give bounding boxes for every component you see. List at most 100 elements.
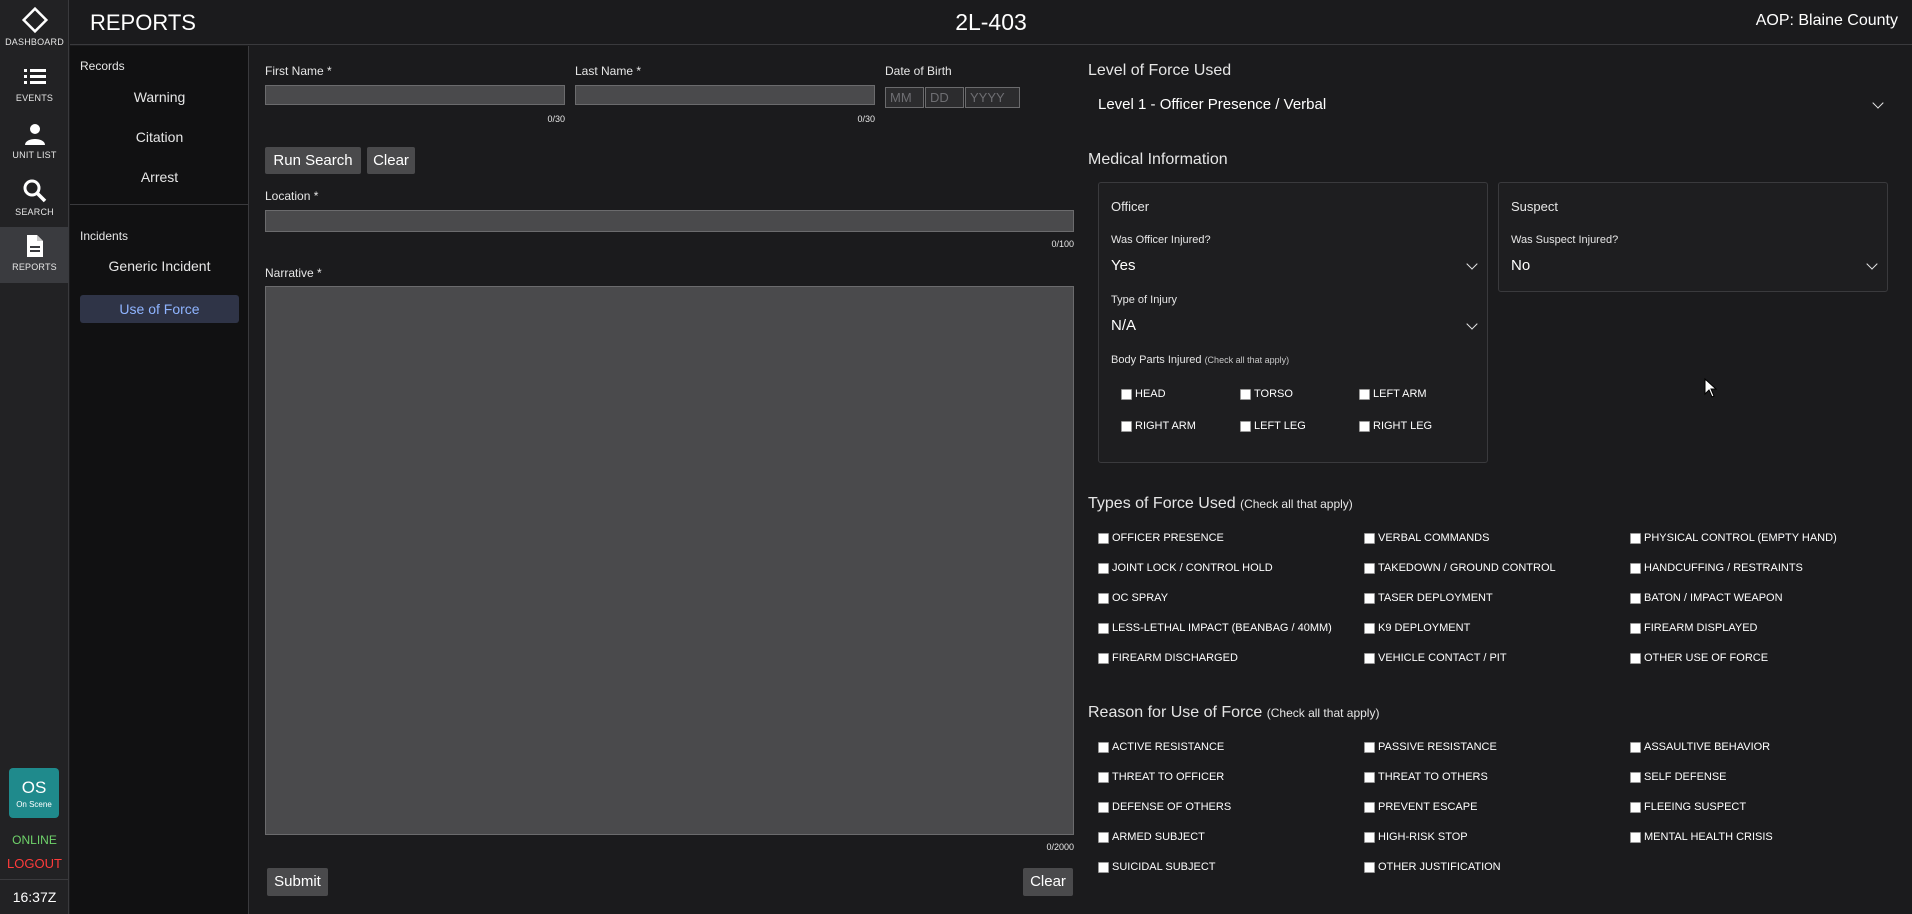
checkbox-box[interactable] — [1098, 532, 1109, 544]
force-type-checkbox[interactable]: PHYSICAL CONTROL (EMPTY HAND) — [1630, 532, 1837, 544]
nav-reports[interactable]: REPORTS — [0, 227, 69, 283]
checkbox-box[interactable] — [1364, 861, 1375, 873]
checkbox-box[interactable] — [1364, 831, 1375, 843]
checkbox-box[interactable] — [1240, 388, 1251, 400]
force-type-checkbox[interactable]: LESS-LETHAL IMPACT (BEANBAG / 40MM) — [1098, 622, 1332, 634]
checkbox-box[interactable] — [1121, 420, 1132, 432]
checkbox-box[interactable] — [1098, 592, 1109, 604]
force-reason-checkbox[interactable]: ACTIVE RESISTANCE — [1098, 741, 1224, 753]
checkbox-right-arm[interactable]: RIGHT ARM — [1121, 420, 1196, 432]
force-reason-checkbox[interactable]: SUICIDAL SUBJECT — [1098, 861, 1216, 873]
checkbox-box[interactable] — [1364, 741, 1375, 753]
checkbox-box[interactable] — [1364, 771, 1375, 783]
force-type-checkbox[interactable]: BATON / IMPACT WEAPON — [1630, 592, 1783, 604]
force-reason-checkbox[interactable]: PREVENT ESCAPE — [1364, 801, 1477, 813]
checkbox-box[interactable] — [1630, 562, 1641, 574]
nav-search[interactable]: SEARCH — [0, 172, 69, 228]
clear-form-button[interactable]: Clear — [1023, 868, 1073, 896]
checkbox-head[interactable]: HEAD — [1121, 388, 1166, 400]
checkbox-box[interactable] — [1630, 652, 1641, 664]
force-reason-checkbox[interactable]: DEFENSE OF OTHERS — [1098, 801, 1231, 813]
force-reason-checkbox[interactable]: OTHER JUSTIFICATION — [1364, 861, 1501, 873]
force-reason-checkbox[interactable]: FLEEING SUSPECT — [1630, 801, 1746, 813]
checkbox-box[interactable] — [1098, 562, 1109, 574]
force-reason-checkbox[interactable]: ASSAULTIVE BEHAVIOR — [1630, 741, 1770, 753]
checkbox-box[interactable] — [1098, 861, 1109, 873]
dob-year-input[interactable]: YYYY — [965, 87, 1020, 108]
nav-unit-list[interactable]: UNIT LIST — [0, 115, 69, 171]
nav-events[interactable]: EVENTS — [0, 58, 69, 114]
force-reason-checkbox[interactable]: MENTAL HEALTH CRISIS — [1630, 831, 1773, 843]
sidebar-item-generic-incident[interactable]: Generic Incident — [80, 252, 239, 280]
force-type-checkbox[interactable]: HANDCUFFING / RESTRAINTS — [1630, 562, 1803, 574]
checkbox-box[interactable] — [1121, 388, 1132, 400]
level-of-force-select[interactable]: Level 1 - Officer Presence / Verbal — [1088, 92, 1888, 120]
narrative-textarea[interactable] — [265, 286, 1074, 835]
checkbox-box[interactable] — [1364, 562, 1375, 574]
injury-type-select[interactable]: N/A — [1111, 315, 1478, 339]
status-badge[interactable]: OS On Scene — [9, 768, 59, 818]
first-name-input[interactable] — [265, 85, 565, 105]
sidebar-item-arrest[interactable]: Arrest — [80, 163, 239, 191]
checkbox-box[interactable] — [1098, 741, 1109, 753]
checkbox-box[interactable] — [1364, 801, 1375, 813]
force-type-checkbox[interactable]: FIREARM DISPLAYED — [1630, 622, 1758, 634]
checkbox-box[interactable] — [1630, 831, 1641, 843]
force-reason-checkbox[interactable]: SELF DEFENSE — [1630, 771, 1727, 783]
checkbox-box[interactable] — [1098, 622, 1109, 634]
checkbox-box[interactable] — [1098, 652, 1109, 664]
last-name-input[interactable] — [575, 85, 875, 105]
checkbox-label: BATON / IMPACT WEAPON — [1644, 592, 1783, 604]
checkbox-torso[interactable]: TORSO — [1240, 388, 1293, 400]
force-type-checkbox[interactable]: OC SPRAY — [1098, 592, 1168, 604]
checkbox-box[interactable] — [1630, 771, 1641, 783]
force-type-checkbox[interactable]: TAKEDOWN / GROUND CONTROL — [1364, 562, 1556, 574]
force-reason-checkbox[interactable]: THREAT TO OTHERS — [1364, 771, 1488, 783]
submit-button[interactable]: Submit — [267, 868, 328, 896]
checkbox-box[interactable] — [1630, 532, 1641, 544]
sidebar-item-use-of-force[interactable]: Use of Force — [80, 295, 239, 323]
force-reason-checkbox[interactable]: ARMED SUBJECT — [1098, 831, 1205, 843]
checkbox-box[interactable] — [1359, 388, 1370, 400]
checkbox-box[interactable] — [1364, 532, 1375, 544]
level-of-force-label: Level of Force Used — [1088, 62, 1232, 79]
checkbox-right-leg[interactable]: RIGHT LEG — [1359, 420, 1432, 432]
checkbox-box[interactable] — [1364, 652, 1375, 664]
force-reason-checkbox[interactable]: HIGH-RISK STOP — [1364, 831, 1468, 843]
nav-dashboard[interactable]: DASHBOARD — [0, 0, 69, 56]
force-type-checkbox[interactable]: VERBAL COMMANDS — [1364, 532, 1489, 544]
location-input[interactable] — [265, 210, 1074, 232]
checkbox-box[interactable] — [1098, 801, 1109, 813]
checkbox-box[interactable] — [1098, 831, 1109, 843]
force-type-checkbox[interactable]: OFFICER PRESENCE — [1098, 532, 1224, 544]
dob-day-input[interactable]: DD — [925, 87, 964, 108]
icon-rail: DASHBOARD EVENTS UNIT LIST SEARCH REPORT… — [0, 0, 69, 914]
force-type-checkbox[interactable]: FIREARM DISCHARGED — [1098, 652, 1238, 664]
dob-month-input[interactable]: MM — [885, 87, 924, 108]
force-type-checkbox[interactable]: VEHICLE CONTACT / PIT — [1364, 652, 1507, 664]
run-search-button[interactable]: Run Search — [265, 147, 361, 174]
checkbox-box[interactable] — [1364, 622, 1375, 634]
checkbox-box[interactable] — [1630, 741, 1641, 753]
force-reason-checkbox[interactable]: PASSIVE RESISTANCE — [1364, 741, 1497, 753]
clear-search-button[interactable]: Clear — [367, 147, 415, 174]
logout-link[interactable]: LOGOUT — [0, 856, 69, 871]
suspect-injured-select[interactable]: No — [1511, 255, 1878, 279]
checkbox-box[interactable] — [1630, 801, 1641, 813]
checkbox-left-leg[interactable]: LEFT LEG — [1240, 420, 1306, 432]
checkbox-box[interactable] — [1630, 592, 1641, 604]
force-type-checkbox[interactable]: OTHER USE OF FORCE — [1630, 652, 1768, 664]
force-type-checkbox[interactable]: K9 DEPLOYMENT — [1364, 622, 1470, 634]
force-type-checkbox[interactable]: JOINT LOCK / CONTROL HOLD — [1098, 562, 1273, 574]
officer-injured-select[interactable]: Yes — [1111, 255, 1478, 279]
checkbox-box[interactable] — [1240, 420, 1251, 432]
force-type-checkbox[interactable]: TASER DEPLOYMENT — [1364, 592, 1493, 604]
sidebar-item-citation[interactable]: Citation — [80, 123, 239, 151]
checkbox-box[interactable] — [1098, 771, 1109, 783]
checkbox-box[interactable] — [1359, 420, 1370, 432]
checkbox-left-arm[interactable]: LEFT ARM — [1359, 388, 1427, 400]
checkbox-box[interactable] — [1630, 622, 1641, 634]
checkbox-box[interactable] — [1364, 592, 1375, 604]
sidebar-item-warning[interactable]: Warning — [80, 83, 239, 111]
force-reason-checkbox[interactable]: THREAT TO OFFICER — [1098, 771, 1224, 783]
